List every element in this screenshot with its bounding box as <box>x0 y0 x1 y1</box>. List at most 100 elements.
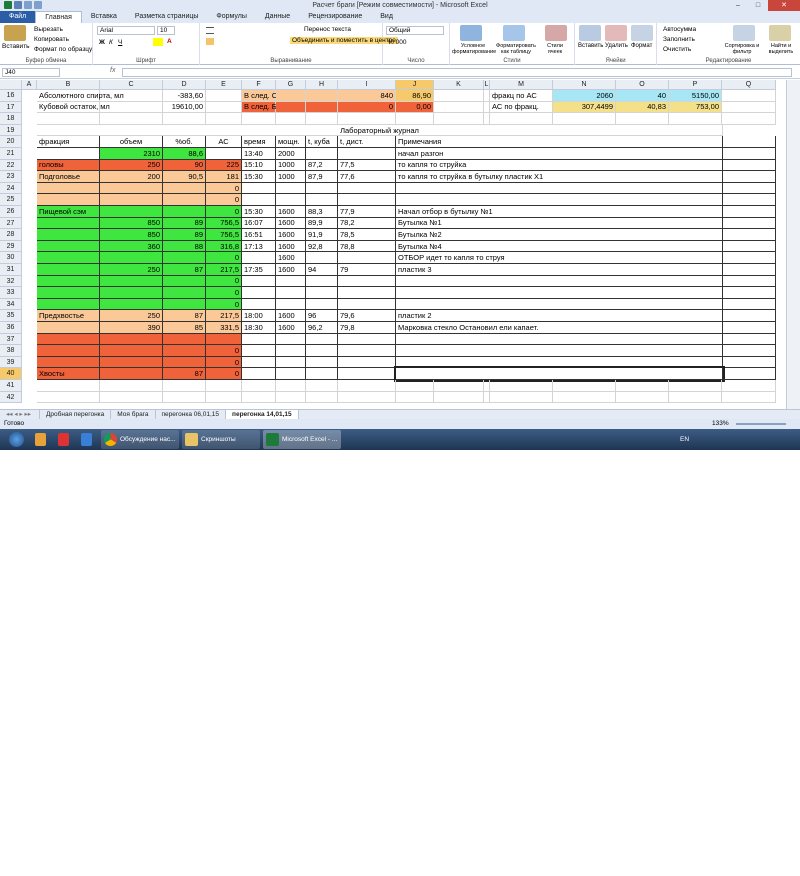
row-header[interactable]: 30 <box>0 252 22 264</box>
cell-G25[interactable] <box>276 194 306 206</box>
cell-E31[interactable]: 217,5 <box>206 264 242 276</box>
cell-J23[interactable]: то капля то струйка в бутылку пластик Х1 <box>396 171 723 183</box>
cell-C27[interactable]: 850 <box>100 217 163 230</box>
cell-Q35[interactable] <box>722 310 776 322</box>
cell-K17[interactable] <box>434 101 484 114</box>
cell-H27[interactable]: 89,9 <box>306 217 338 230</box>
cell-C22[interactable]: 250 <box>100 159 163 172</box>
cell-M18[interactable] <box>490 113 553 125</box>
find-icon[interactable] <box>769 25 791 41</box>
row-header[interactable]: 23 <box>0 171 22 183</box>
row-header[interactable]: 29 <box>0 240 22 253</box>
row-header[interactable]: 18 <box>0 113 22 125</box>
row-header[interactable]: 39 <box>0 356 22 369</box>
row-header[interactable]: 32 <box>0 275 22 288</box>
tab-view[interactable]: Вид <box>371 11 402 23</box>
underline-button[interactable]: Ч <box>118 39 122 46</box>
cell-E25[interactable]: 0 <box>206 194 242 206</box>
cell-O17[interactable]: 40,83 <box>616 101 669 114</box>
cell-E35[interactable]: 217,5 <box>206 310 242 322</box>
cell-F24[interactable] <box>242 182 276 195</box>
cell-N41[interactable] <box>553 380 616 392</box>
cell-I33[interactable] <box>338 287 396 299</box>
row-header[interactable]: 20 <box>0 136 22 148</box>
cell-D20[interactable]: %об. <box>163 136 206 148</box>
cell-I42[interactable] <box>338 391 396 404</box>
column-header[interactable]: J <box>396 80 434 90</box>
cell-styles-icon[interactable] <box>545 25 567 41</box>
cell-C18[interactable] <box>100 113 163 125</box>
cell-E23[interactable]: 181 <box>206 171 242 183</box>
number-format-select[interactable]: Общий <box>386 26 444 35</box>
row-header[interactable]: 42 <box>0 391 22 404</box>
cell-M42[interactable] <box>490 391 553 404</box>
cell-E42[interactable] <box>206 391 242 404</box>
cell-E40[interactable]: 0 <box>206 368 242 380</box>
cell-G42[interactable] <box>276 391 306 404</box>
undo-icon[interactable] <box>24 1 32 9</box>
cell-H40[interactable] <box>306 368 338 380</box>
cell-D33[interactable] <box>163 287 206 299</box>
column-header[interactable]: A <box>22 80 37 90</box>
cell-G16[interactable] <box>276 90 306 102</box>
cell-B31[interactable] <box>37 264 100 276</box>
format-cells-button[interactable]: Формат <box>631 43 652 49</box>
row-header[interactable]: 22 <box>0 159 22 172</box>
format-cells-icon[interactable] <box>631 25 653 41</box>
cell-J39[interactable] <box>396 356 723 369</box>
cell-F32[interactable] <box>242 275 276 288</box>
cell-N42[interactable] <box>553 391 616 404</box>
sheet-tab-moya-braga[interactable]: Моя брага <box>111 409 156 420</box>
column-header[interactable]: G <box>276 80 306 90</box>
cell-I32[interactable] <box>338 275 396 288</box>
cell-J32[interactable] <box>396 275 723 288</box>
cell-Q23[interactable] <box>722 171 776 183</box>
sort-icon[interactable] <box>733 25 755 41</box>
cell-E36[interactable]: 331,5 <box>206 322 242 334</box>
cell-J20[interactable]: Примечания <box>396 136 723 148</box>
cell-J21[interactable]: начал разгон <box>396 148 723 160</box>
cell-P16[interactable]: 5150,00 <box>669 90 722 102</box>
cell-G30[interactable]: 1600 <box>276 252 306 264</box>
cell-F41[interactable] <box>242 380 276 392</box>
column-header[interactable]: O <box>616 80 669 90</box>
cell-B26[interactable]: Пищевой сэм <box>37 206 100 218</box>
taskbar-excel[interactable]: Microsoft Excel - ... <box>263 430 341 449</box>
cell-G32[interactable] <box>276 275 306 288</box>
cell-I27[interactable]: 78,2 <box>338 217 396 230</box>
cell-G20[interactable]: мощн. <box>276 136 306 148</box>
zoom-level[interactable]: 133% <box>712 419 729 429</box>
cell-F33[interactable] <box>242 287 276 299</box>
cell-F22[interactable]: 15:10 <box>242 159 276 172</box>
delete-cells-icon[interactable] <box>605 25 627 41</box>
cell-Q39[interactable] <box>722 356 776 369</box>
cell-B25[interactable] <box>37 194 100 206</box>
row-header[interactable]: 21 <box>0 148 22 160</box>
cell-E34[interactable]: 0 <box>206 298 242 311</box>
column-header[interactable]: F <box>242 80 276 90</box>
cell-C35[interactable]: 250 <box>100 310 163 322</box>
copy-button[interactable]: Копировать <box>34 36 69 43</box>
cell-N16[interactable]: 2060 <box>553 90 616 102</box>
cell-C21[interactable]: 2310 <box>100 148 163 160</box>
cell-G35[interactable]: 1600 <box>276 310 306 322</box>
cell-B30[interactable] <box>37 252 100 264</box>
cell-M16[interactable]: фракц по АС <box>490 90 553 102</box>
row-header[interactable]: 17 <box>0 101 22 114</box>
cell-E30[interactable]: 0 <box>206 252 242 264</box>
cell-D23[interactable]: 90,5 <box>163 171 206 183</box>
cell-O18[interactable] <box>616 113 669 125</box>
cell-J33[interactable] <box>396 287 723 299</box>
cell-C37[interactable] <box>100 333 163 346</box>
row-header[interactable]: 19 <box>0 124 22 137</box>
cell-F39[interactable] <box>242 356 276 369</box>
cell-I22[interactable]: 77,5 <box>338 159 396 172</box>
cell-F37[interactable] <box>242 333 276 346</box>
cell-G18[interactable] <box>276 113 306 125</box>
cell-J35[interactable]: пластик 2 <box>396 310 723 322</box>
cell-E18[interactable] <box>206 113 242 125</box>
cell-D29[interactable]: 88 <box>163 240 206 253</box>
zoom-slider[interactable] <box>736 423 786 425</box>
cell-B27[interactable] <box>37 217 100 230</box>
column-header[interactable]: H <box>306 80 338 90</box>
